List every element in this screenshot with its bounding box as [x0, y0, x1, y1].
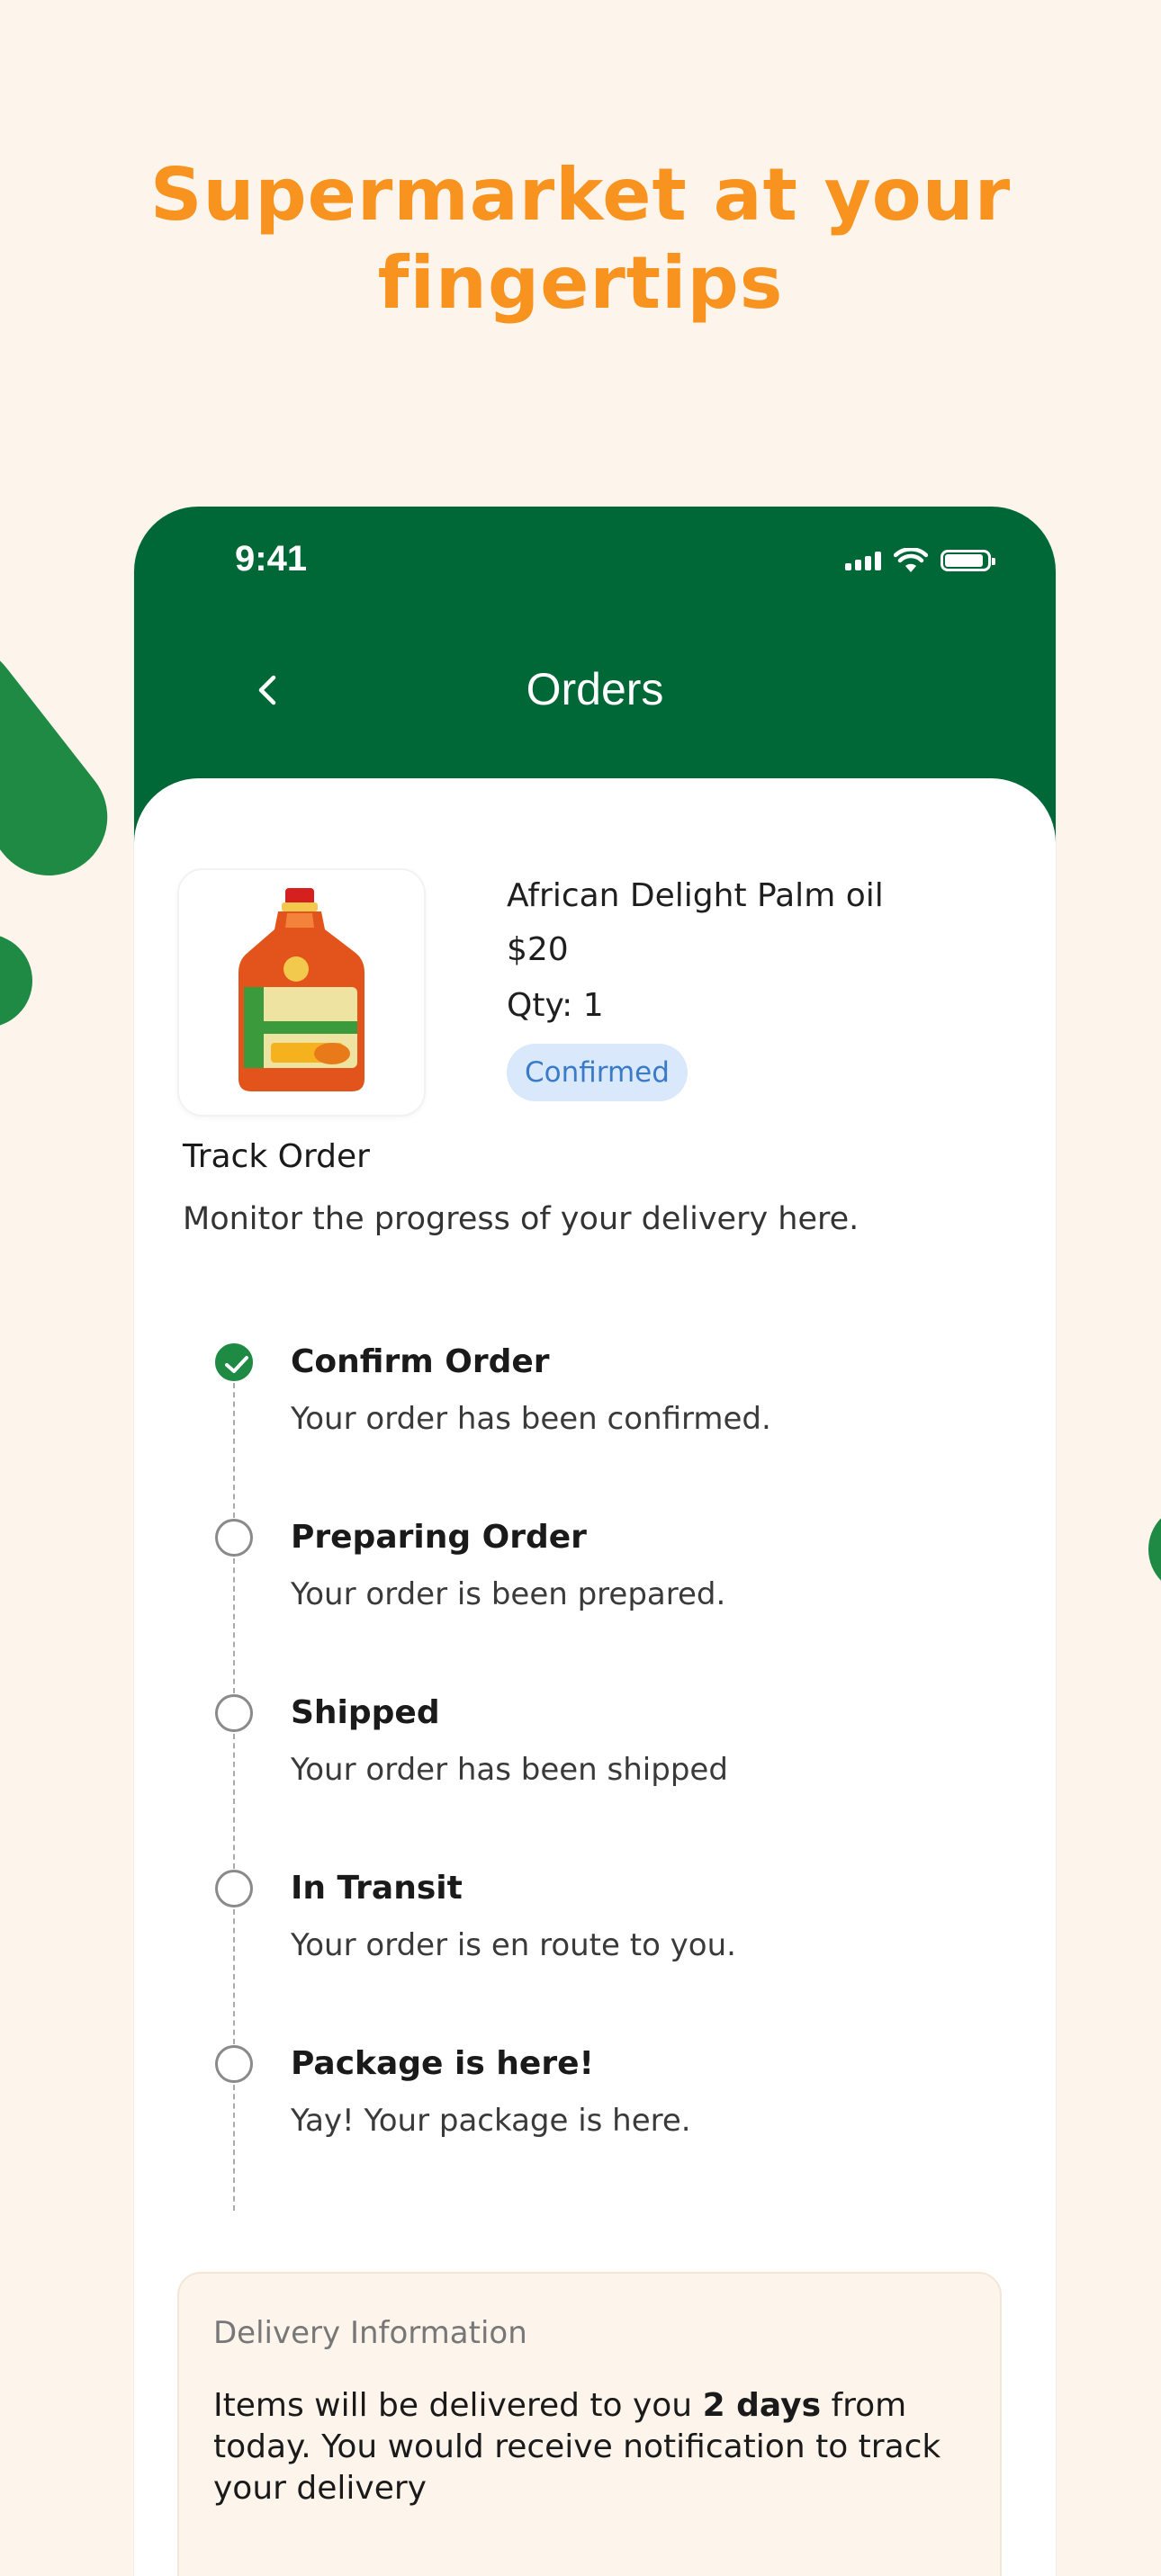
headline-line-1: Supermarket at your	[149, 153, 1012, 237]
wifi-icon	[894, 548, 928, 572]
empty-circle-icon	[215, 2045, 253, 2083]
product-name: African Delight Palm oil	[507, 877, 884, 914]
timeline-connector	[233, 1383, 235, 1518]
step-title: Shipped	[291, 1694, 440, 1731]
product-price: $20	[507, 931, 569, 968]
track-order-subtitle: Monitor the progress of your delivery he…	[183, 1201, 860, 1237]
step-title: Preparing Order	[291, 1519, 587, 1556]
timeline-connector	[233, 1558, 235, 1693]
step-description: Yay! Your package is here.	[291, 2103, 691, 2139]
timeline-connector	[233, 1734, 235, 1869]
cellular-signal-icon	[845, 551, 881, 570]
battery-icon	[940, 550, 995, 571]
palm-oil-bottle-icon	[238, 888, 364, 1091]
step-description: Your order is en route to you.	[291, 1927, 736, 1963]
step-description: Your order has been confirmed.	[291, 1401, 771, 1437]
headline-line-2: fingertips	[377, 241, 784, 325]
empty-circle-icon	[215, 1870, 253, 1907]
step-description: Your order has been shipped	[291, 1752, 728, 1788]
track-order-title: Track Order	[183, 1138, 370, 1175]
delivery-information-card: Delivery Information Items will be deliv…	[177, 2272, 1002, 2576]
status-icons	[845, 548, 995, 573]
headline: Supermarket at your fingertips	[0, 151, 1161, 328]
empty-circle-icon	[215, 1694, 253, 1732]
timeline-connector	[233, 1909, 235, 2044]
order-status-badge: Confirmed	[507, 1044, 688, 1101]
timeline-connector	[233, 2085, 235, 2211]
check-circle-icon	[215, 1343, 253, 1381]
phone-frame: 9:41 Orders African Delight Palm oil $20…	[133, 507, 1057, 2576]
step-title: Confirm Order	[291, 1343, 550, 1380]
decorative-half-circle	[0, 934, 32, 1028]
delivery-text-before: Items will be delivered to you	[213, 2387, 703, 2424]
decorative-leaf-shape	[0, 621, 131, 900]
step-description: Your order is been prepared.	[291, 1576, 726, 1612]
delivery-days: 2 days	[702, 2387, 822, 2424]
page-title: Orders	[526, 664, 664, 714]
step-title: Package is here!	[291, 2045, 594, 2082]
empty-circle-icon	[215, 1519, 253, 1557]
order-detail-sheet: African Delight Palm oil $20 Qty: 1 Conf…	[134, 778, 1056, 2576]
status-time: 9:41	[235, 539, 308, 579]
product-quantity: Qty: 1	[507, 987, 604, 1024]
step-title: In Transit	[291, 1870, 463, 1907]
delivery-information-text: Items will be delivered to you 2 days fr…	[213, 2385, 978, 2509]
delivery-information-title: Delivery Information	[213, 2315, 527, 2351]
product-image[interactable]	[177, 868, 426, 1117]
decorative-half-circle-right	[1148, 1504, 1161, 1594]
